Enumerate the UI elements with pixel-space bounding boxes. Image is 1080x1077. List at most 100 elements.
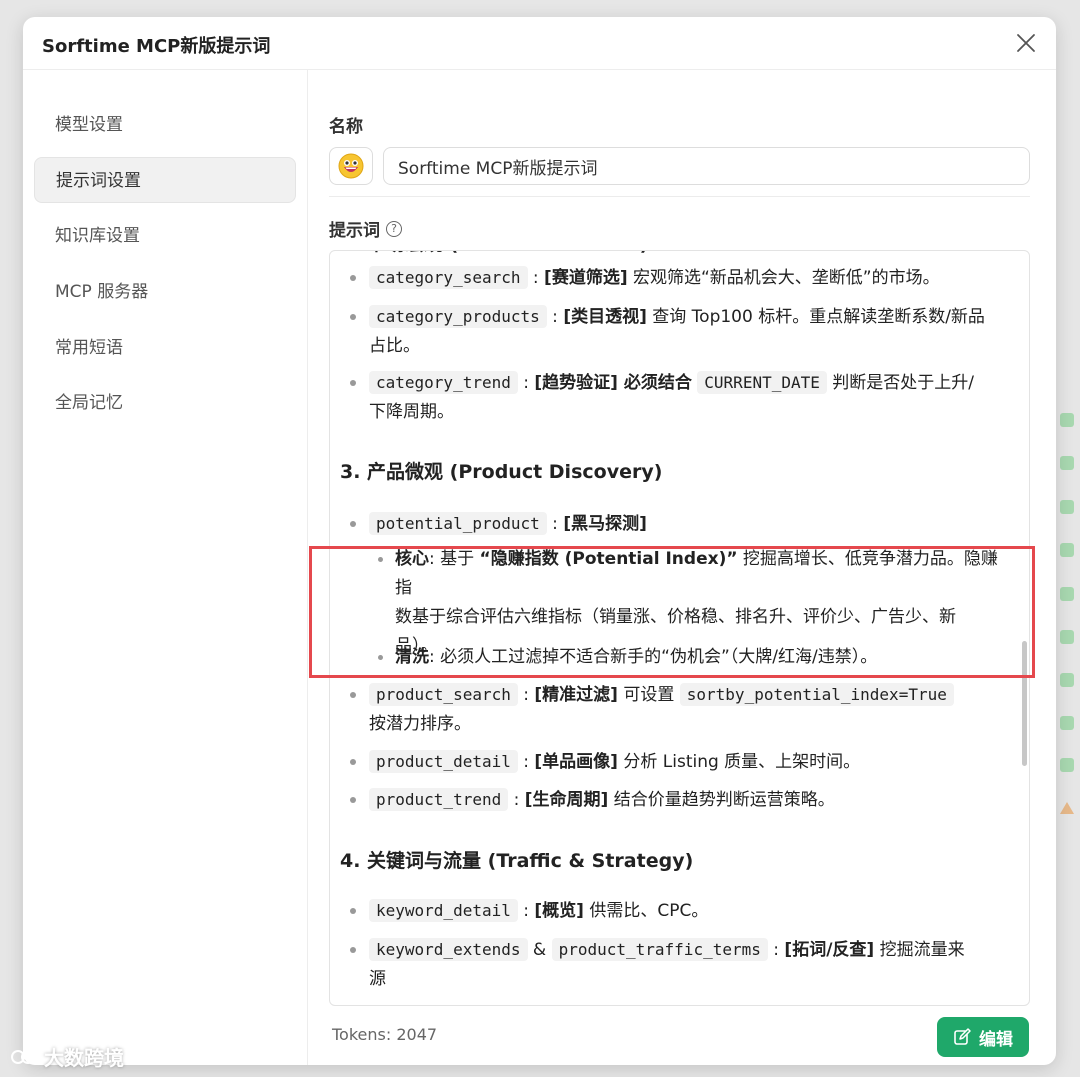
item-text-cont: 下降周期。 (369, 402, 454, 422)
code-span: CURRENT_DATE (697, 371, 827, 394)
item-text: 宏观筛选“新品机会大、垄断低”的市场。 (633, 268, 940, 288)
item-text: 可设置 (623, 685, 675, 705)
sidebar-item-model-settings[interactable]: 模型设置 (34, 102, 296, 148)
sidebar-item-global-memory[interactable]: 全局记忆 (34, 380, 296, 426)
name-label: 名称 (329, 117, 363, 137)
item-text: 挖掘流量来 (879, 940, 965, 960)
code-span: product_search (369, 683, 518, 706)
grinning-face-icon (338, 153, 364, 179)
code-span: category_search (369, 266, 528, 289)
prompt-settings-dialog: Sorftime MCP新版提示词 模型设置 提示词设置 知识库设置 MCP 服… (23, 17, 1056, 1065)
sub-list-item: 清洗: 必须人工过滤掉不适合新手的“伪机会”（大牌/红海/违禁）。 (340, 643, 1011, 672)
list-item: keyword_extends & product_traffic_terms … (340, 935, 1011, 994)
code-span: category_trend (369, 371, 518, 394)
tag-text: [拓词/反查] (784, 940, 875, 960)
code-span: keyword_detail (369, 899, 518, 922)
edit-button-label: 编辑 (979, 1029, 1013, 1050)
name-input[interactable] (383, 147, 1030, 185)
tag-text: [单品画像] (534, 752, 618, 772)
bold-text: “隐赚指数 (Potential Index)” (479, 549, 738, 569)
prompt-editor[interactable]: 2. 市场宏观 (Market Selection) category_sear… (329, 250, 1030, 1006)
sidebar-item-mcp-servers[interactable]: MCP 服务器 (34, 269, 296, 315)
tag-text: [赛道筛选] (544, 268, 628, 288)
tag-text: [类目透视] (563, 307, 647, 327)
ampersand: & (532, 940, 547, 960)
sub-label: 清洗 (395, 647, 429, 667)
list-item: keyword_detail : [概览] 供需比、CPC。 (340, 896, 1011, 926)
divider (329, 196, 1030, 197)
prompt-label: 提示词 ? (329, 216, 402, 241)
separator: : (523, 685, 529, 705)
sidebar-item-common-phrases[interactable]: 常用短语 (34, 325, 296, 371)
separator: : (552, 307, 558, 327)
bg-warning-icon (1060, 802, 1074, 814)
tag-text: [趋势验证] 必须结合 (534, 373, 692, 393)
item-text-cont: 源 (369, 969, 386, 989)
list-item: category_search : [赛道筛选] 宏观筛选“新品机会大、垄断低”… (340, 263, 1011, 293)
bg-check-icon (1060, 630, 1074, 644)
dialog-header: Sorftime MCP新版提示词 (23, 17, 1056, 70)
section-heading: 2. 市场宏观 (Market Selection) (340, 251, 1011, 259)
watermark: 大数跨境 (10, 1042, 124, 1071)
code-span: sortby_potential_index=True (679, 683, 954, 706)
bg-check-icon (1060, 587, 1074, 601)
bg-check-icon (1060, 543, 1074, 557)
separator: : (773, 940, 780, 960)
sidebar-item-knowledge-base[interactable]: 知识库设置 (34, 213, 296, 259)
item-text: 分析 Listing 质量、上架时间。 (623, 752, 861, 772)
code-span: category_products (369, 305, 547, 328)
tag-text: [生命周期] (524, 790, 609, 810)
code-span: potential_product (369, 512, 547, 535)
close-icon (1017, 34, 1035, 52)
close-button[interactable] (1012, 29, 1040, 57)
emoji-picker-button[interactable] (329, 147, 373, 185)
editor-scrollbar[interactable] (1022, 641, 1027, 766)
item-text: 供需比、CPC。 (589, 901, 709, 921)
tag-text: [概览] (534, 901, 584, 921)
help-icon[interactable]: ? (386, 220, 402, 237)
edit-icon (954, 1028, 971, 1045)
separator: : (532, 268, 539, 288)
list-item: product_trend : [生命周期] 结合价量趋势判断运营策略。 (340, 785, 1011, 815)
separator: : (513, 790, 520, 810)
list-item: potential_product : [黑马探测] (340, 509, 1011, 539)
main-panel: 名称 提示词 ? 2. 市场宏观 (Market Selection) (309, 70, 1056, 1065)
sidebar-item-prompt-settings[interactable]: 提示词设置 (34, 157, 296, 203)
tag-text: [黑马探测] (563, 514, 647, 534)
list-item: category_trend : [趋势验证] 必须结合 CURRENT_DAT… (340, 368, 1011, 427)
separator: : (552, 514, 558, 534)
code-span: product_detail (369, 750, 518, 773)
list-item: product_search : [精准过滤] 可设置 sortby_poten… (340, 680, 1011, 739)
edit-button[interactable]: 编辑 (937, 1017, 1029, 1057)
bg-check-icon (1060, 758, 1074, 772)
tag-text: [精准过滤] (534, 685, 618, 705)
section-heading: 3. 产品微观 (Product Discovery) (340, 461, 663, 483)
token-count: Tokens: 2047 (332, 1025, 438, 1044)
separator: : (523, 901, 529, 921)
list-item: category_products : [类目透视] 查询 Top100 标杆。… (340, 302, 1011, 361)
item-text-cont: 数基于综合评估六维指标（销量涨、价格稳、排名升、评价少、广告少、新 (395, 607, 956, 627)
bg-check-icon (1060, 413, 1074, 427)
item-text: : 必须人工过滤掉不适合新手的“伪机会”（大牌/红海/违禁）。 (429, 647, 878, 667)
item-text: 判断是否处于上升/ (832, 373, 975, 393)
list-item: product_detail : [单品画像] 分析 Listing 质量、上架… (340, 747, 1011, 777)
code-span: product_trend (369, 788, 509, 811)
prompt-label-text: 提示词 (329, 221, 380, 241)
section-heading: 4. 关键词与流量 (Traffic & Strategy) (340, 850, 694, 872)
code-span: product_traffic_terms (551, 938, 768, 961)
separator: : (523, 752, 529, 772)
settings-sidebar: 模型设置 提示词设置 知识库设置 MCP 服务器 常用短语 全局记忆 (23, 70, 308, 1065)
bg-check-icon (1060, 500, 1074, 514)
item-text: 查询 Top100 标杆。重点解读垄断系数/新品 (652, 307, 985, 327)
item-text-cont: 占比。 (369, 336, 420, 356)
dialog-title: Sorftime MCP新版提示词 (42, 36, 271, 57)
sub-label: 核心 (395, 549, 429, 569)
separator: : (523, 373, 529, 393)
item-text: : 基于 (429, 549, 475, 569)
bg-check-icon (1060, 716, 1074, 730)
item-text: 结合价量趋势判断运营策略。 (613, 790, 835, 810)
bg-check-icon (1060, 456, 1074, 470)
code-span: keyword_extends (369, 938, 528, 961)
bg-check-icon (1060, 673, 1074, 687)
item-text-cont: 按潜力排序。 (369, 714, 471, 734)
